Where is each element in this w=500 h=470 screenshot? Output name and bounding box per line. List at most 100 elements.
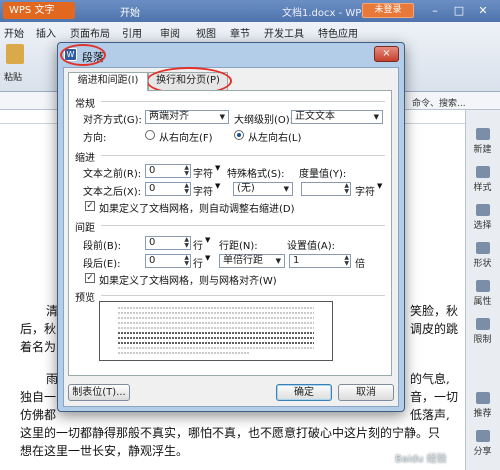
doc-line-right: 音，一切 — [410, 390, 459, 404]
menu-insert[interactable]: 插入 — [36, 25, 56, 40]
lock-icon — [475, 318, 490, 330]
shapes-icon — [475, 242, 490, 254]
spinner-icon[interactable]: ▲ ▼ — [184, 237, 189, 249]
tab-indent-spacing[interactable]: 缩进和间距(I) — [68, 72, 148, 91]
menu-view[interactable]: 视图 — [196, 25, 216, 40]
chevron-down-icon[interactable]: ▼ — [205, 254, 210, 262]
doc-line: 想在这里一世长安，静观浮生。 — [20, 444, 189, 458]
doc-line: 后，秋 — [20, 322, 57, 336]
auto-adjust-label[interactable]: 如果定义了文档网格，则自动调整右缩进(D) — [99, 200, 295, 215]
styles-icon — [475, 166, 490, 178]
line-spacing-select[interactable]: 单倍行距 ▼ — [219, 254, 285, 268]
setting-value-unit: 倍 — [355, 259, 365, 270]
paragraph-preview — [99, 301, 333, 361]
chevron-down-icon[interactable]: ▼ — [215, 182, 220, 190]
dialog-title-bar[interactable] — [58, 43, 404, 67]
menu-start[interactable]: 开始 — [4, 25, 24, 40]
paragraph-dialog: W 段落 × 缩进和间距(I) 换行和分页(P) 常规 对齐方式(G): 两端对… — [57, 42, 405, 412]
tab-stops-button[interactable]: 制表位(T)... — [68, 384, 130, 401]
app-menu-button[interactable]: WPS 文字 — [3, 2, 75, 19]
direction-rtl-label[interactable]: 从右向左(F) — [159, 129, 213, 144]
login-button[interactable]: 未登录 — [362, 3, 414, 18]
spinner-icon[interactable]: ▲ ▼ — [184, 255, 189, 267]
space-before-input[interactable]: 0 ▲ ▼ — [145, 236, 191, 250]
panel-select[interactable]: 选择 — [465, 204, 500, 231]
panel-recommend[interactable]: 推荐 — [465, 392, 500, 419]
watermark: Baidu 经验 — [395, 454, 447, 465]
recommend-icon — [475, 392, 490, 404]
command-search[interactable]: 命令、搜索... — [412, 96, 466, 109]
auto-adjust-checkbox[interactable]: ✓ — [85, 201, 95, 211]
alignment-select[interactable]: 两端对齐 ▼ — [145, 110, 229, 124]
title-bar — [0, 0, 500, 22]
paste-label[interactable]: 粘贴 — [4, 70, 22, 83]
paste-icon[interactable] — [6, 44, 24, 64]
maximize-icon[interactable]: □ — [450, 2, 468, 19]
ok-button[interactable]: 确定 — [276, 384, 332, 401]
panel-shapes[interactable]: 形状 — [465, 242, 500, 269]
preview-lines — [118, 307, 314, 354]
indent-after-unit[interactable]: 字符 — [193, 183, 213, 198]
indent-before-label: 文本之前(R): — [83, 169, 142, 180]
menu-developer[interactable]: 开发工具 — [264, 25, 304, 40]
annotation-circle — [60, 44, 106, 66]
tab-panel: 常规 对齐方式(G): 两端对齐 ▼ 大纲级别(O): 正文文本 ▼ 方向: 从右向… — [68, 90, 392, 376]
menu-review[interactable]: 审阅 — [160, 25, 180, 40]
line-spacing-label: 行距(N): — [219, 241, 258, 252]
minimize-icon[interactable]: – — [426, 2, 444, 19]
outline-select[interactable]: 正文文本 ▼ — [291, 110, 383, 124]
space-after-input[interactable]: 0 ▲ ▼ — [145, 254, 191, 268]
indent-after-input[interactable]: 0 ▲ ▼ — [145, 182, 191, 196]
menu-page-layout[interactable]: 页面布局 — [70, 25, 110, 40]
outline-label: 大纲级别(O): — [234, 115, 294, 126]
chevron-down-icon: ▼ — [219, 113, 225, 121]
menu-item[interactable]: 开始 — [120, 4, 140, 19]
indent-after-label: 文本之后(X): — [83, 187, 142, 198]
panel-share[interactable]: 分享 — [465, 430, 500, 457]
space-before-unit[interactable]: 行 — [193, 237, 203, 252]
doc-line-right: 的气息, — [410, 372, 450, 386]
section-indent: 缩进 — [75, 153, 95, 164]
panel-styles[interactable]: 样式 — [465, 166, 500, 193]
setting-value-input[interactable]: 1 ▲ ▼ — [289, 254, 351, 268]
space-after-unit[interactable]: 行 — [193, 255, 203, 270]
grid-align-label[interactable]: 如果定义了文档网格，则与网格对齐(W) — [99, 272, 277, 287]
measure-unit[interactable]: 字符 — [355, 183, 375, 198]
direction-ltr-radio[interactable] — [234, 130, 244, 140]
chevron-down-icon[interactable]: ▼ — [215, 164, 220, 172]
new-icon — [475, 128, 490, 140]
direction-label: 方向: — [83, 133, 107, 144]
measure-input[interactable]: ▲ ▼ — [301, 182, 351, 196]
menu-chapter[interactable]: 章节 — [230, 25, 250, 40]
close-window-icon[interactable]: ✕ — [474, 2, 492, 19]
doc-line: 着名为 — [20, 340, 57, 354]
menu-features[interactable]: 特色应用 — [318, 25, 358, 40]
share-icon — [475, 430, 490, 442]
spinner-icon[interactable]: ▲ ▼ — [184, 165, 189, 177]
properties-icon — [475, 280, 490, 292]
panel-restrict[interactable]: 限制 — [465, 318, 500, 345]
direction-ltr-label[interactable]: 从左向右(L) — [248, 129, 301, 144]
cancel-button[interactable]: 取消 — [338, 384, 394, 401]
doc-line: 独自一 — [20, 390, 57, 404]
close-icon[interactable]: × — [374, 46, 399, 62]
indent-before-input[interactable]: 0 ▲ ▼ — [145, 164, 191, 178]
divider — [101, 295, 385, 296]
chevron-down-icon: ▼ — [275, 257, 281, 265]
spinner-icon[interactable]: ▲ ▼ — [344, 255, 349, 267]
chevron-down-icon[interactable]: ▼ — [205, 236, 210, 244]
menu-references[interactable]: 引用 — [122, 25, 142, 40]
panel-properties[interactable]: 属性 — [465, 280, 500, 307]
grid-align-checkbox[interactable]: ✓ — [85, 273, 95, 283]
spinner-icon[interactable]: ▲ ▼ — [344, 183, 349, 195]
indent-before-unit[interactable]: 字符 — [193, 165, 213, 180]
divider — [101, 101, 385, 102]
doc-line: 仿佛都 — [20, 408, 57, 422]
section-general: 常规 — [75, 99, 95, 110]
doc-line-right: 低落声, — [410, 408, 450, 422]
chevron-down-icon[interactable]: ▼ — [377, 182, 382, 190]
direction-rtl-radio[interactable] — [145, 130, 155, 140]
spinner-icon[interactable]: ▲ ▼ — [184, 183, 189, 195]
panel-new[interactable]: 新建 — [465, 128, 500, 155]
special-format-select[interactable]: (无) ▼ — [233, 182, 293, 196]
